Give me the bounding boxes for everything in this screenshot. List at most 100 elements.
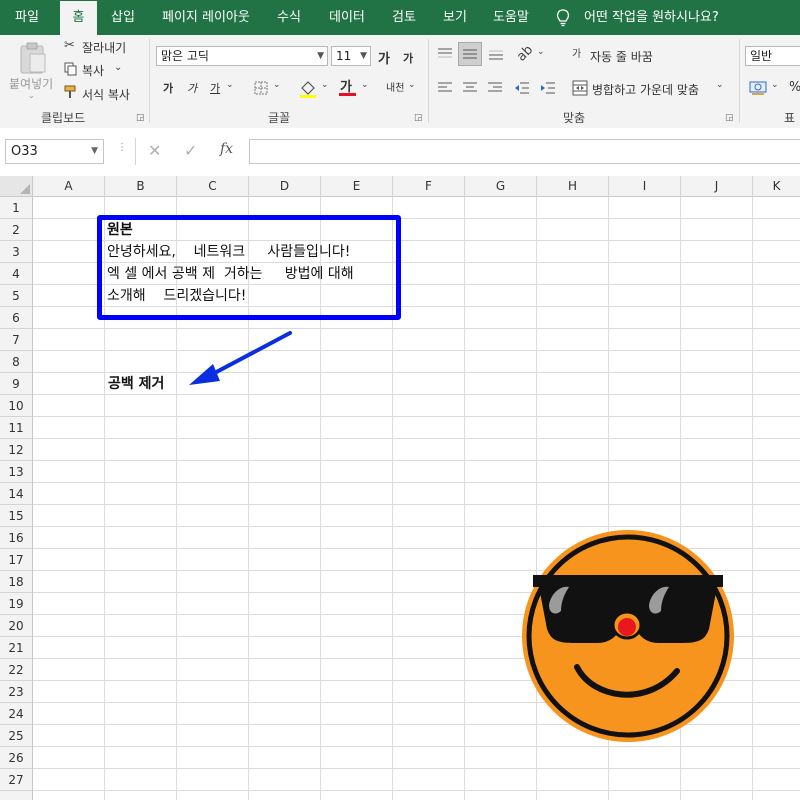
cut-button[interactable]: 잘라내기 [82, 39, 126, 56]
row-header[interactable]: 1 [0, 197, 32, 219]
tab-review[interactable]: 검토 [392, 0, 416, 35]
orientation-icon[interactable]: ab [514, 42, 536, 64]
column-header-f[interactable]: F [393, 176, 465, 196]
align-middle-button[interactable] [458, 42, 482, 66]
column-header-k[interactable]: K [753, 176, 800, 196]
phonetic-button[interactable]: 내천 [386, 79, 404, 94]
tell-me-search[interactable]: 어떤 작업을 원하시나요? [584, 0, 719, 35]
formula-input[interactable] [249, 139, 800, 164]
row-header[interactable]: 14 [0, 483, 32, 505]
phonetic-dropdown-icon[interactable]: ⌄ [408, 80, 416, 90]
row-header[interactable]: 11 [0, 417, 32, 439]
borders-dropdown-icon[interactable]: ⌄ [273, 80, 281, 90]
name-box[interactable]: O33 ▼ [5, 139, 104, 164]
merge-center-button[interactable]: 병합하고 가운데 맞춤 [592, 81, 699, 98]
row-header[interactable]: 8 [0, 351, 32, 373]
row-header[interactable]: 19 [0, 593, 32, 615]
merge-dropdown-icon[interactable]: ⌄ [716, 80, 724, 90]
align-bottom-icon[interactable] [488, 47, 504, 61]
result-label: 공백 제거 [108, 376, 165, 392]
column-header-c[interactable]: C [177, 176, 249, 196]
insert-function-icon[interactable]: fx [220, 141, 233, 157]
align-top-icon[interactable] [437, 47, 453, 61]
wrap-text-button[interactable]: 자동 줄 바꿈 [590, 48, 653, 65]
fill-color-dropdown-icon[interactable]: ⌄ [321, 80, 329, 90]
tab-view[interactable]: 보기 [443, 0, 467, 35]
row-header[interactable]: 13 [0, 461, 32, 483]
column-header-g[interactable]: G [465, 176, 537, 196]
accounting-dropdown-icon[interactable]: ⌄ [771, 80, 779, 90]
row-header[interactable]: 2 [0, 219, 32, 241]
column-header-h[interactable]: H [537, 176, 609, 196]
cell-grid[interactable]: 원본 안녕하세요, 네트워크 사람들입니다! 엑 셀 에서 공백 제 거하는 방… [33, 197, 800, 800]
column-header-e[interactable]: E [321, 176, 393, 196]
format-painter-button[interactable]: 서식 복사 [82, 86, 130, 103]
row-header[interactable]: 5 [0, 285, 32, 307]
row-header[interactable]: 6 [0, 307, 32, 329]
row-header[interactable]: 12 [0, 439, 32, 461]
row-header[interactable]: 4 [0, 263, 32, 285]
row-header[interactable]: 26 [0, 747, 32, 769]
shrink-font-button[interactable]: 가 [403, 50, 413, 66]
accounting-format-icon[interactable] [749, 80, 767, 96]
copy-dropdown-icon[interactable]: ⌄ [114, 62, 122, 73]
align-center-icon[interactable] [462, 81, 478, 95]
row-header[interactable]: 17 [0, 549, 32, 571]
bold-button[interactable]: 가 [163, 80, 173, 96]
align-right-icon[interactable] [487, 81, 503, 95]
row-header[interactable]: 23 [0, 681, 32, 703]
percent-style-button[interactable]: % [789, 80, 800, 95]
font-name-combo[interactable]: 맑은 고딕 ▼ [156, 46, 328, 66]
column-header-a[interactable]: A [33, 176, 105, 196]
grow-font-button[interactable]: 가 [378, 48, 390, 67]
row-header[interactable]: 20 [0, 615, 32, 637]
row-header[interactable]: 10 [0, 395, 32, 417]
row-header[interactable]: 15 [0, 505, 32, 527]
tab-formulas[interactable]: 수식 [277, 0, 301, 35]
copy-button[interactable]: 복사 [82, 62, 104, 79]
cancel-icon[interactable]: ✕ [148, 141, 161, 160]
paste-button[interactable]: 붙여넣기 [9, 75, 53, 92]
row-header[interactable]: 24 [0, 703, 32, 725]
column-header-j[interactable]: J [681, 176, 753, 196]
fill-color-icon[interactable] [299, 79, 317, 99]
underline-button[interactable]: 가 [210, 80, 220, 96]
row-header[interactable]: 18 [0, 571, 32, 593]
clipboard-launcher-icon[interactable]: ◲ [136, 113, 145, 123]
row-header[interactable]: 22 [0, 659, 32, 681]
tab-data[interactable]: 데이터 [329, 0, 365, 35]
align-left-icon[interactable] [437, 81, 453, 95]
tab-home[interactable]: 홈 [60, 1, 97, 35]
orientation-dropdown-icon[interactable]: ⌄ [537, 47, 545, 57]
italic-button[interactable]: 가 [187, 80, 197, 96]
number-format-value: 일반 [750, 49, 773, 63]
tab-page-layout[interactable]: 페이지 레이아웃 [162, 0, 250, 35]
paste-icon[interactable] [18, 41, 48, 75]
tab-help[interactable]: 도움말 [493, 0, 529, 35]
row-header[interactable]: 27 [0, 769, 32, 791]
row-header[interactable]: 3 [0, 241, 32, 263]
row-header[interactable]: 16 [0, 527, 32, 549]
row-header[interactable]: 9 [0, 373, 32, 395]
row-header[interactable]: 21 [0, 637, 32, 659]
decrease-indent-icon[interactable] [514, 81, 530, 95]
row-header[interactable]: 7 [0, 329, 32, 351]
column-header-d[interactable]: D [249, 176, 321, 196]
column-header-b[interactable]: B [105, 176, 177, 196]
column-header-i[interactable]: I [609, 176, 681, 196]
enter-icon[interactable]: ✓ [184, 141, 197, 160]
row-header[interactable]: 25 [0, 725, 32, 747]
font-launcher-icon[interactable]: ◲ [414, 113, 423, 123]
underline-dropdown-icon[interactable]: ⌄ [226, 80, 234, 90]
tab-insert[interactable]: 삽입 [111, 0, 135, 35]
increase-indent-icon[interactable] [540, 81, 556, 95]
number-format-combo[interactable]: 일반 [745, 46, 800, 66]
paste-dropdown-icon[interactable]: ⌄ [28, 91, 35, 100]
font-size-combo[interactable]: 11 ▼ [331, 46, 371, 66]
more-options-icon[interactable]: ⋮ [117, 142, 127, 153]
borders-icon[interactable] [254, 81, 268, 95]
tab-file[interactable]: 파일 [15, 0, 39, 35]
font-color-dropdown-icon[interactable]: ⌄ [361, 80, 369, 90]
alignment-launcher-icon[interactable]: ◲ [725, 113, 734, 123]
select-all-corner[interactable] [0, 176, 33, 197]
